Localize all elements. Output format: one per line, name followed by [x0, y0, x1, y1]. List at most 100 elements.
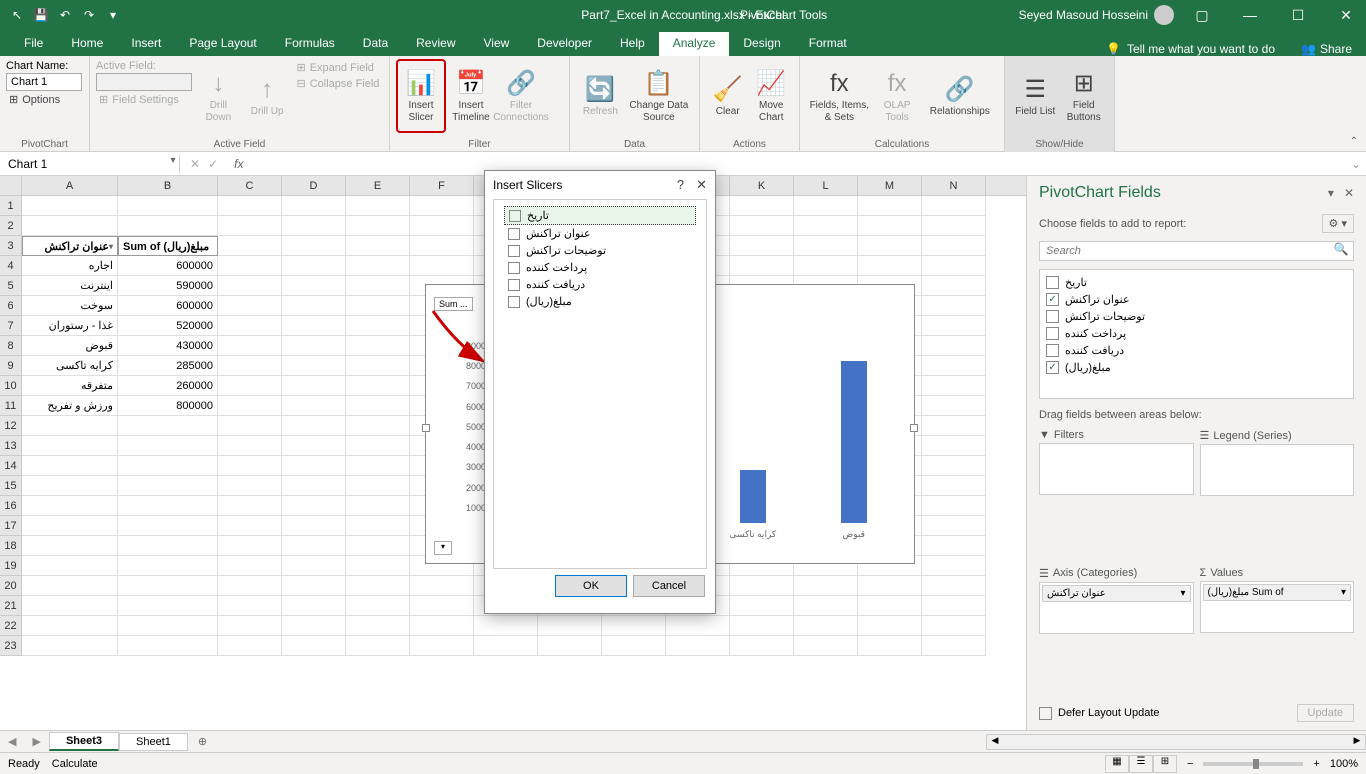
page-break-icon[interactable]: ⊞ — [1153, 755, 1177, 773]
cell[interactable]: اینترنت — [22, 276, 118, 296]
cell[interactable] — [218, 336, 282, 356]
cell[interactable] — [218, 496, 282, 516]
redo-icon[interactable]: ↷ — [78, 4, 100, 26]
zoom-level[interactable]: 100% — [1330, 758, 1358, 770]
row-header[interactable]: 13 — [0, 436, 22, 456]
cell[interactable] — [794, 596, 858, 616]
field-checkbox[interactable] — [1046, 327, 1059, 340]
row-header[interactable]: 4 — [0, 256, 22, 276]
chart-bar[interactable] — [740, 470, 766, 523]
page-layout-icon[interactable]: ☰ — [1129, 755, 1153, 773]
update-button[interactable]: Update — [1297, 704, 1354, 722]
cell[interactable] — [922, 496, 986, 516]
cell[interactable] — [730, 616, 794, 636]
undo-icon[interactable]: ↶ — [54, 4, 76, 26]
row-header[interactable]: 21 — [0, 596, 22, 616]
cell[interactable] — [118, 196, 218, 216]
maximize-icon[interactable]: ☐ — [1278, 0, 1318, 30]
tab-format[interactable]: Format — [795, 32, 861, 56]
cell[interactable] — [118, 596, 218, 616]
tab-home[interactable]: Home — [57, 32, 117, 56]
cell[interactable] — [218, 376, 282, 396]
cell[interactable] — [346, 356, 410, 376]
cell[interactable] — [118, 416, 218, 436]
cell[interactable] — [282, 276, 346, 296]
slicer-field-item[interactable]: پرداخت کننده — [504, 259, 696, 276]
cell[interactable] — [282, 536, 346, 556]
cell[interactable] — [118, 436, 218, 456]
cell[interactable] — [346, 316, 410, 336]
cell[interactable] — [118, 536, 218, 556]
slicer-field-item[interactable]: تاریخ — [504, 206, 696, 225]
cell[interactable] — [22, 516, 118, 536]
cell[interactable] — [410, 596, 474, 616]
cell[interactable] — [346, 296, 410, 316]
cell[interactable] — [858, 616, 922, 636]
cell[interactable] — [218, 236, 282, 256]
cell[interactable] — [922, 616, 986, 636]
resize-handle[interactable] — [422, 424, 430, 432]
cell[interactable] — [282, 456, 346, 476]
cell[interactable] — [22, 496, 118, 516]
cell[interactable]: 800000 — [118, 396, 218, 416]
normal-view-icon[interactable]: ▦ — [1105, 755, 1129, 773]
search-icon[interactable]: 🔍 — [1329, 242, 1353, 260]
field-checkbox[interactable] — [1046, 276, 1059, 289]
search-input[interactable] — [1040, 242, 1329, 260]
cell[interactable] — [730, 196, 794, 216]
cell[interactable] — [602, 616, 666, 636]
cell[interactable] — [22, 196, 118, 216]
cell[interactable] — [794, 576, 858, 596]
sheet-nav-next-icon[interactable]: ▶ — [24, 735, 48, 748]
cell[interactable] — [730, 256, 794, 276]
row-header[interactable]: 19 — [0, 556, 22, 576]
cell[interactable] — [218, 276, 282, 296]
dialog-help-icon[interactable]: ? — [677, 177, 684, 193]
cell[interactable] — [218, 556, 282, 576]
chart-name-input[interactable] — [6, 73, 82, 91]
field-item[interactable]: دریافت کننده — [1044, 342, 1349, 359]
cell[interactable] — [218, 456, 282, 476]
cell[interactable] — [282, 556, 346, 576]
field-checkbox[interactable] — [1046, 293, 1059, 306]
clear-button[interactable]: 🧹Clear — [706, 59, 750, 133]
tab-file[interactable]: File — [10, 32, 57, 56]
col-header[interactable]: F — [410, 176, 474, 195]
cell[interactable] — [22, 416, 118, 436]
minimize-icon[interactable]: — — [1230, 0, 1270, 30]
cell[interactable] — [218, 416, 282, 436]
cell[interactable] — [794, 216, 858, 236]
field-item[interactable]: پرداخت کننده — [1044, 325, 1349, 342]
cell[interactable] — [410, 616, 474, 636]
options-button[interactable]: ⊞Options — [6, 92, 83, 107]
axis-item[interactable]: ▾عنوان تراکنش — [1042, 585, 1191, 602]
tab-help[interactable]: Help — [606, 32, 659, 56]
cell[interactable] — [410, 256, 474, 276]
cell[interactable] — [22, 456, 118, 476]
select-all-corner[interactable] — [0, 176, 22, 195]
checkbox[interactable] — [509, 210, 521, 222]
row-header[interactable]: 10 — [0, 376, 22, 396]
cell[interactable] — [282, 576, 346, 596]
cell[interactable] — [922, 476, 986, 496]
cell[interactable]: 285000 — [118, 356, 218, 376]
cell[interactable] — [282, 496, 346, 516]
fields-search[interactable]: 🔍 — [1039, 241, 1354, 261]
tab-insert[interactable]: Insert — [117, 32, 175, 56]
cell[interactable] — [218, 536, 282, 556]
cell[interactable] — [922, 216, 986, 236]
cell[interactable] — [346, 196, 410, 216]
cell[interactable] — [858, 596, 922, 616]
sheet-tab-active[interactable]: Sheet3 — [49, 732, 119, 751]
row-header[interactable]: 9 — [0, 356, 22, 376]
row-header[interactable]: 12 — [0, 416, 22, 436]
cell[interactable] — [538, 616, 602, 636]
cell[interactable] — [282, 636, 346, 656]
cell[interactable] — [474, 636, 538, 656]
cell[interactable] — [922, 296, 986, 316]
cell[interactable] — [346, 476, 410, 496]
defer-checkbox[interactable] — [1039, 707, 1052, 720]
zoom-in-icon[interactable]: + — [1313, 758, 1319, 770]
field-list-button[interactable]: ☰Field List — [1011, 59, 1060, 133]
cell[interactable]: متفرقه — [22, 376, 118, 396]
